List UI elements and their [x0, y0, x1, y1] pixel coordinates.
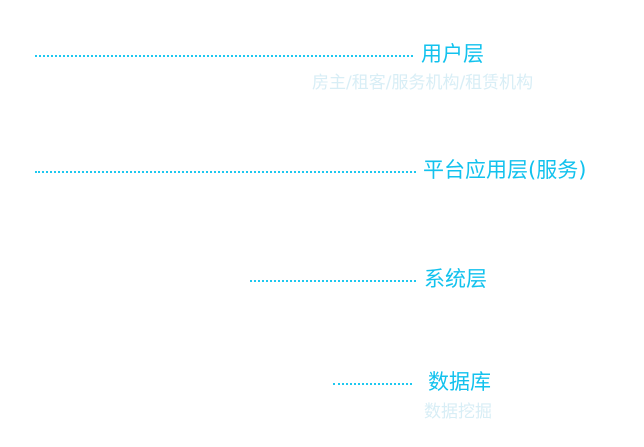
leader-line-system-layer	[250, 280, 416, 282]
user-layer-title: 用户层	[421, 42, 484, 66]
leader-line-user-layer	[35, 55, 413, 57]
leader-line-platform-layer	[35, 171, 416, 173]
system-layer-title: 系统层	[424, 267, 487, 291]
platform-layer-title: 平台应用层(服务)	[423, 158, 587, 182]
leader-line-database-layer	[333, 383, 412, 385]
database-layer-subtitle: 数据挖掘	[424, 402, 492, 422]
database-layer-title: 数据库	[428, 370, 491, 394]
user-layer-subtitle: 房主/租客/服务机构/租赁机构	[312, 73, 534, 93]
